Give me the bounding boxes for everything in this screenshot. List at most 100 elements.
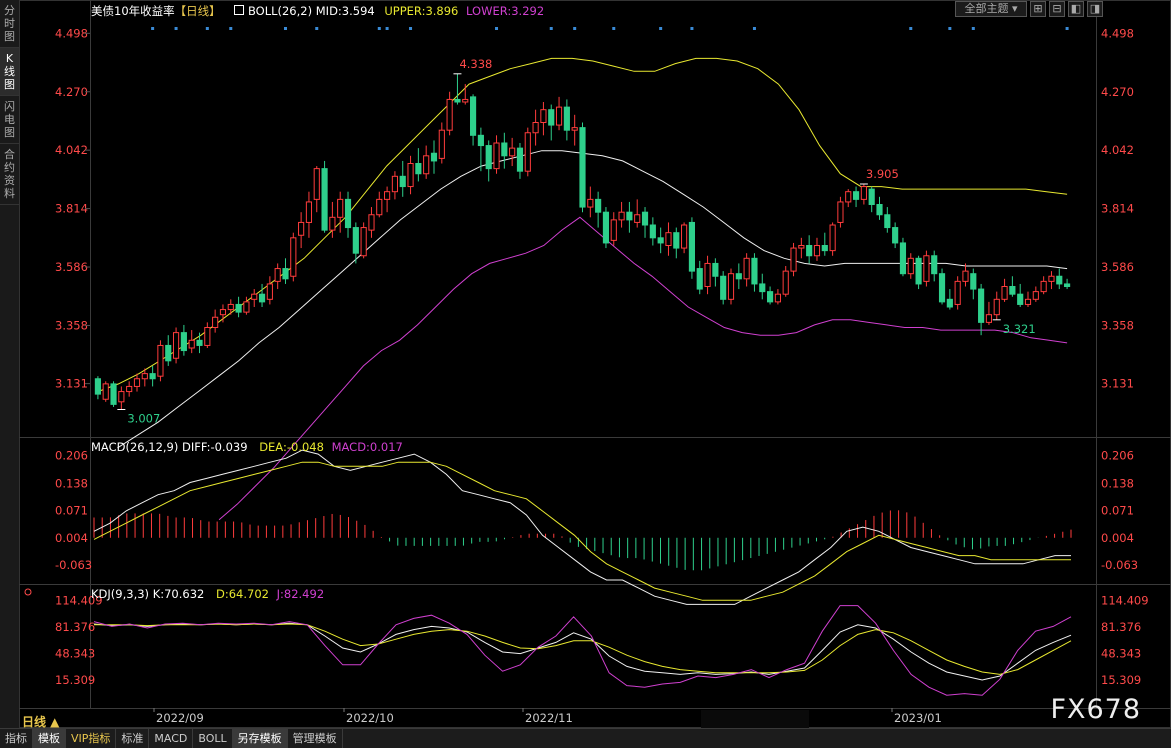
candle-body bbox=[563, 106, 570, 131]
candle-body bbox=[235, 303, 242, 313]
bottom-tab-7[interactable]: 管理模板 bbox=[288, 729, 343, 748]
candle-body bbox=[806, 245, 813, 257]
watermark: FX678 bbox=[1050, 694, 1141, 725]
theme-dropdown[interactable]: 全部主题 ▾ bbox=[955, 1, 1027, 17]
prev-icon[interactable]: ◧ bbox=[1068, 1, 1084, 17]
candle-body bbox=[391, 175, 398, 193]
signal-dot bbox=[1065, 27, 1069, 30]
kdj-settings-icon bbox=[24, 588, 32, 596]
bottom-tab-4[interactable]: MACD bbox=[149, 729, 194, 748]
signal-dot bbox=[495, 27, 499, 30]
candle-body bbox=[759, 283, 766, 293]
annotation-label-1: 3.007 bbox=[127, 412, 160, 426]
macd-tick-right-0: 0.206 bbox=[1101, 449, 1134, 463]
toolbar: 全部主题 ▾ ⊞ ⊟ ◧ ◨ bbox=[955, 1, 1103, 17]
boll-label: BOLL(26,2) bbox=[247, 4, 313, 18]
candle-body bbox=[321, 168, 328, 231]
bottom-tab-2[interactable]: VIP指标 bbox=[66, 729, 117, 748]
candle-body bbox=[641, 211, 649, 226]
candle-body bbox=[954, 280, 961, 305]
candle-body bbox=[509, 147, 516, 157]
price-tick-left-4: 3.586 bbox=[55, 260, 88, 274]
boll-mid: MID:3.594 bbox=[315, 4, 375, 18]
kdj-d: D:64.702 bbox=[216, 587, 269, 601]
candle-body bbox=[1056, 275, 1063, 285]
candle-body bbox=[681, 224, 688, 249]
macd-tick-left-1: 0.138 bbox=[55, 476, 88, 490]
candle-body bbox=[579, 127, 586, 208]
sidebar-tab-3[interactable]: 合约资料 bbox=[0, 144, 19, 205]
candle-body bbox=[798, 245, 805, 249]
macd-label: MACD(26,12,9) bbox=[91, 440, 179, 454]
candle-body bbox=[751, 257, 758, 285]
price-tick-right-5: 3.358 bbox=[1101, 318, 1134, 332]
candle-body bbox=[1009, 286, 1016, 295]
zoom-in-icon[interactable]: ⊞ bbox=[1030, 1, 1046, 17]
candle-body bbox=[938, 273, 946, 303]
candle-body bbox=[665, 232, 672, 246]
masked-region bbox=[701, 710, 809, 728]
candle-body bbox=[141, 373, 148, 380]
candle-body bbox=[516, 147, 524, 172]
signal-dot bbox=[971, 27, 975, 30]
candle-body bbox=[415, 163, 422, 175]
candle-body bbox=[305, 201, 313, 223]
candle-body bbox=[774, 293, 781, 303]
candle-body bbox=[524, 132, 531, 172]
price-tick-right-2: 4.042 bbox=[1101, 143, 1134, 157]
main-header: 美债10年收益率【日线】 BOLL(26,2) MID:3.594 UPPER:… bbox=[91, 3, 544, 19]
candle-body bbox=[899, 242, 907, 275]
signal-dot bbox=[283, 27, 287, 30]
candle-body bbox=[282, 268, 289, 280]
bottom-tab-0[interactable]: 指标 bbox=[0, 729, 33, 748]
candle-body bbox=[399, 175, 406, 188]
next-icon[interactable]: ◨ bbox=[1087, 1, 1103, 17]
candle-body bbox=[258, 293, 266, 303]
macd-dea: DEA:-0.048 bbox=[259, 440, 324, 454]
candle-body bbox=[657, 237, 664, 244]
bottom-tab-3[interactable]: 标准 bbox=[116, 729, 150, 748]
kdj-tick-left-2: 48.343 bbox=[55, 646, 95, 660]
zoom-out-icon[interactable]: ⊟ bbox=[1049, 1, 1065, 17]
macd-diff-line bbox=[93, 449, 1071, 605]
candle-body bbox=[649, 224, 656, 239]
candle-body bbox=[876, 204, 883, 216]
price-tick-left-6: 3.131 bbox=[55, 377, 88, 391]
macd-tick-left-2: 0.071 bbox=[55, 504, 88, 518]
price-tick-right-0: 4.498 bbox=[1101, 26, 1134, 40]
macd-diff: DIFF:-0.039 bbox=[182, 440, 248, 454]
sidebar-tab-2[interactable]: 闪电图 bbox=[0, 96, 19, 144]
candle-body bbox=[446, 98, 453, 131]
price-tick-right-4: 3.586 bbox=[1101, 260, 1134, 274]
candle-body bbox=[337, 198, 344, 218]
macd-header: MACD(26,12,9) DIFF:-0.039 DEA:-0.048 MAC… bbox=[91, 440, 403, 454]
candle-body bbox=[344, 198, 352, 229]
sidebar-tab-0[interactable]: 分时图 bbox=[0, 0, 19, 48]
candle-body bbox=[368, 214, 375, 231]
bottom-tab-5[interactable]: BOLL bbox=[193, 729, 233, 748]
macd-value: MACD:0.017 bbox=[331, 440, 403, 454]
bottom-tab-6[interactable]: 另存模板 bbox=[232, 729, 288, 748]
macd-tick-right-2: 0.071 bbox=[1101, 504, 1134, 518]
candle-body bbox=[1017, 293, 1024, 305]
boll-label-box bbox=[234, 5, 245, 15]
signal-dot bbox=[752, 27, 756, 30]
kdj-tick-right-2: 48.343 bbox=[1101, 646, 1141, 660]
bottom-tab-1[interactable]: 模板 bbox=[33, 729, 66, 748]
candle-body bbox=[423, 155, 430, 175]
candle-body bbox=[821, 245, 828, 252]
candle-body bbox=[94, 378, 101, 395]
candle-body bbox=[626, 211, 633, 221]
macd-tick-right-4: -0.063 bbox=[1101, 558, 1138, 572]
candle-body bbox=[1032, 291, 1039, 300]
candle-body bbox=[266, 283, 273, 300]
candle-body bbox=[829, 224, 836, 252]
chevron-down-icon: ▾ bbox=[1011, 2, 1018, 15]
candle-body bbox=[251, 293, 258, 300]
candle-body bbox=[110, 383, 117, 405]
candle-body bbox=[548, 109, 555, 126]
candle-body bbox=[227, 303, 234, 311]
candle-body bbox=[188, 339, 195, 349]
sidebar-tab-1[interactable]: K线图 bbox=[0, 48, 19, 96]
bottom-toolbar: 指标 模板 VIP指标 标准 MACD BOLL 另存模板 管理模板 bbox=[0, 728, 1171, 748]
